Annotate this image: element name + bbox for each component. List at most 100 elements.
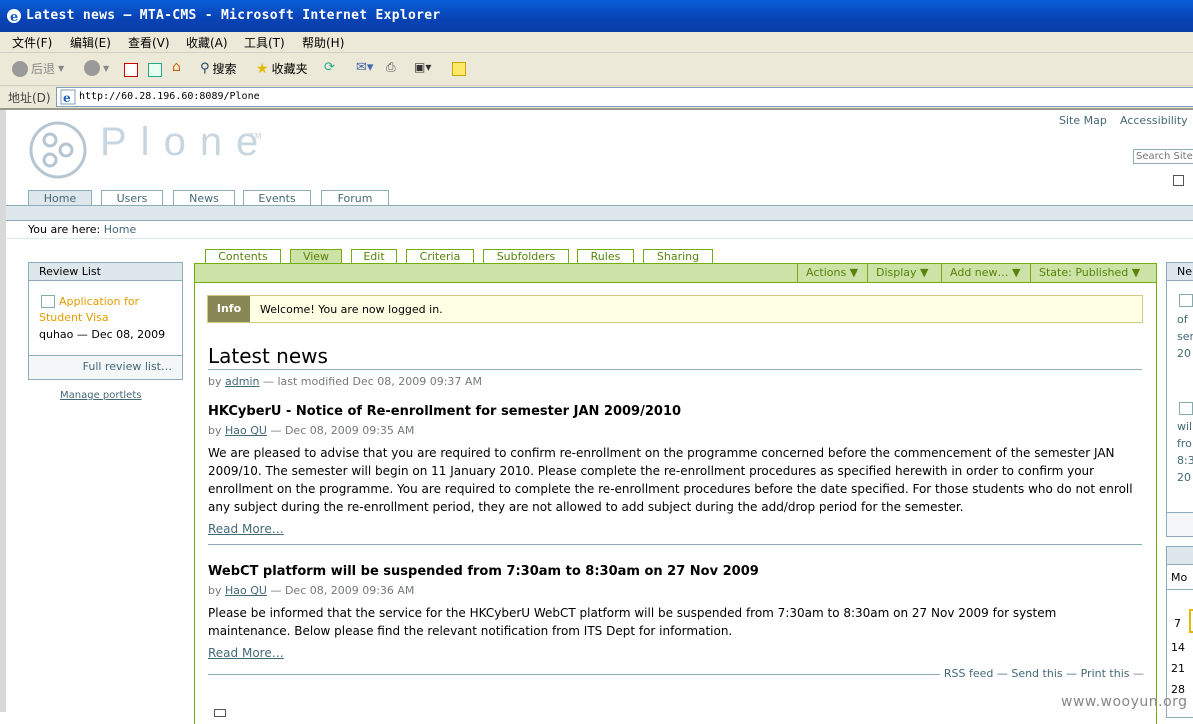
calendar-day-header: Mo [1171,571,1188,584]
author-link[interactable]: Hao QU [225,424,267,437]
star-icon: ★ [256,60,269,77]
author-link[interactable]: Hao QU [225,584,267,597]
calendar-day[interactable]: 14 [1171,641,1185,654]
forward-button[interactable]: ▼ [84,60,109,76]
author-link[interactable]: admin [225,375,259,388]
news-portlet-footer [1167,512,1193,536]
content-actions-bar: Actions ▼ Display ▼ Add new… ▼ State: Pu… [195,264,1156,283]
info-text: Welcome! You are now logged in. [260,303,443,316]
state-menu[interactable]: State: Published ▼ [1030,264,1148,282]
content-tab-criteria[interactable]: Criteria [406,249,474,264]
search-icon: ⚲ [200,61,210,76]
history-icon[interactable]: ⟳ [324,60,335,75]
search-button[interactable]: ⚲ 搜索 [200,60,237,77]
read-more-link-2[interactable]: Read More… [208,646,284,660]
svg-text:e: e [10,10,18,24]
page-byline: by admin — last modified Dec 08, 2009 09… [208,375,482,388]
document-actions: RSS feed — Send this — Print this — [939,667,1144,680]
web-page: Plone TM Site Map Accessibility Home Use… [0,110,1193,724]
window-titlebar: e Latest news — MTA-CMS - Microsoft Inte… [0,0,1193,32]
news-portlet: Ne of ser 20 wil fro 8:3 20 [1166,262,1193,537]
site-map-link[interactable]: Site Map [1059,114,1107,127]
content-tab-contents[interactable]: Contents [205,249,281,264]
tab-events[interactable]: Events [243,190,311,206]
display-menu[interactable]: Display ▼ [867,264,937,282]
news-portlet-header: Ne [1167,263,1193,281]
review-item-link[interactable]: Application for Student Visa [39,294,169,326]
divider [6,238,1193,239]
menu-view[interactable]: 查看(V) [128,34,170,51]
ie-page-icon: e [60,89,76,105]
content-tab-view[interactable]: View [290,249,342,264]
content-tab-sharing[interactable]: Sharing [643,249,713,264]
menu-favorites[interactable]: 收藏(A) [186,34,228,51]
portlet-footer: Full review list… [29,355,182,379]
refresh-icon[interactable] [148,63,162,77]
actions-menu[interactable]: Actions ▼ [797,264,866,282]
address-input[interactable]: e http://60.28.196.60:8089/Plone [56,87,1193,107]
tab-forum[interactable]: Forum [321,190,389,206]
print-this-link[interactable]: — Print this [1066,667,1129,680]
full-review-list-link[interactable]: Full review list… [83,360,172,373]
manage-portlets-link[interactable]: Manage portlets [60,390,141,401]
accessibility-link[interactable]: Accessibility [1120,114,1188,127]
calendar-day[interactable]: 7 [1174,617,1181,630]
menu-file[interactable]: 文件(F) [12,34,52,51]
breadcrumb-label: You are here: [28,223,101,236]
send-this-link[interactable]: — Send this [997,667,1063,680]
tab-news[interactable]: News [173,190,235,206]
messenger-icon[interactable] [452,62,466,76]
ie-icon: e [7,9,21,24]
watermark: www.wooyun.org [1061,694,1188,710]
news-byline-2: by Hao QU — Dec 08, 2009 09:36 AM [208,584,415,597]
title-underline [208,369,1142,370]
search-checkbox[interactable] [1173,175,1184,186]
menu-help[interactable]: 帮助(H) [302,34,344,51]
menu-edit[interactable]: 编辑(E) [70,34,111,51]
print-icon[interactable]: ⎙ [386,60,396,75]
plone-logo[interactable] [28,120,88,183]
chevron-down-icon: ▼ [103,63,110,73]
home-icon[interactable]: ⌂ [172,59,181,75]
edit-icon[interactable]: ▣▾ [414,60,431,74]
browser-toolbar: 后退 ▼ ▼ ⌂ ⚲ 搜索 ★ 收藏夹 ⟳ ✉▾ ⎙ ▣▾ [0,53,1193,86]
menu-bar: 文件(F) 编辑(E) 查看(V) 收藏(A) 工具(T) 帮助(H) [0,32,1193,53]
news-portlet-item-1[interactable]: of ser 20 [1177,311,1193,362]
news-title-1[interactable]: HKCyberU - Notice of Re-enrollment for s… [208,404,681,419]
menu-tools[interactable]: 工具(T) [244,34,285,51]
favorites-button[interactable]: ★ 收藏夹 [256,60,308,77]
back-arrow-icon [12,60,28,77]
document-icon [1179,402,1193,415]
address-url: http://60.28.196.60:8089/Plone [79,91,260,102]
calendar-divider [1167,589,1193,590]
calendar-header [1167,547,1193,565]
news-body-2: Please be informed that the service for … [208,606,1057,638]
svg-text:e: e [63,91,71,105]
add-new-menu[interactable]: Add new… ▼ [941,264,1029,282]
content-tab-subfolders[interactable]: Subfolders [483,249,569,264]
calendar-day[interactable]: 21 [1171,662,1185,675]
review-item-meta: quhao — Dec 08, 2009 [39,328,166,341]
news-title-2[interactable]: WebCT platform will be suspended from 7:… [208,564,759,579]
content-tab-rules[interactable]: Rules [577,249,634,264]
page-title: Latest news [208,344,328,368]
address-bar: 地址(D) e http://60.28.196.60:8089/Plone [0,86,1193,110]
read-more-link-1[interactable]: Read More… [208,522,284,536]
rss-feed-link[interactable]: RSS feed [944,667,994,680]
content-tab-edit[interactable]: Edit [351,249,397,264]
news-byline-1: by Hao QU — Dec 08, 2009 09:35 AM [208,424,415,437]
tab-home[interactable]: Home [28,190,92,206]
calendar-today-marker [1189,609,1193,633]
stop-icon[interactable] [124,63,138,77]
next-section-icon [214,706,226,720]
plone-logo-icon [29,121,87,179]
portlet-header: Review List [29,263,182,281]
window-title: Latest news — MTA-CMS - Microsoft Intern… [26,8,441,23]
breadcrumb-home[interactable]: Home [104,223,136,236]
address-label: 地址(D) [8,91,51,105]
tab-users[interactable]: Users [101,190,163,206]
mail-icon[interactable]: ✉▾ [356,60,373,75]
news-portlet-item-2[interactable]: wil fro 8:3 20 [1177,418,1193,486]
search-site-input[interactable] [1133,149,1193,164]
back-button[interactable]: 后退 ▼ [12,60,64,77]
